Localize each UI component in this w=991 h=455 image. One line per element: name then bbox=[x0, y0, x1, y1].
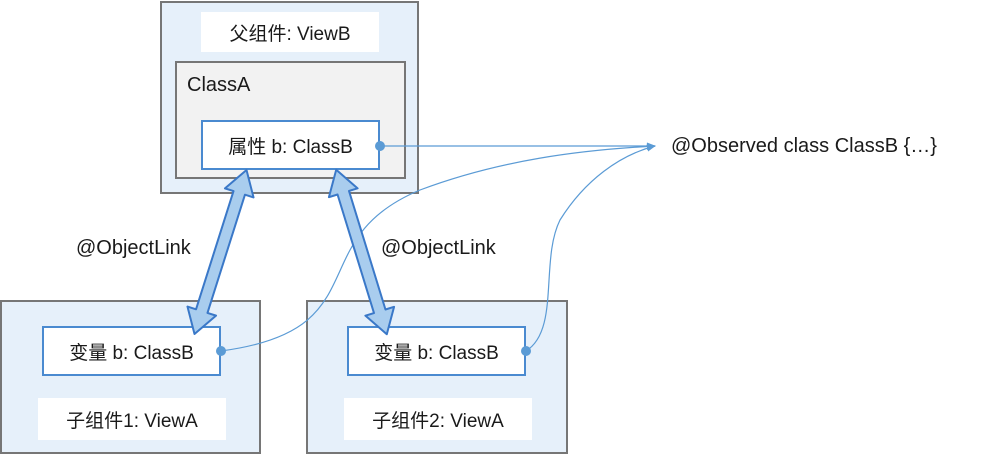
dot-child1-variable bbox=[216, 346, 226, 356]
objectlink-arrow-left bbox=[186, 169, 255, 335]
dot-parent-property bbox=[375, 141, 385, 151]
objectlink-label-right: @ObjectLink bbox=[381, 237, 496, 259]
observed-class-label: @Observed class ClassB {…} bbox=[671, 135, 937, 157]
connector-child2-variable bbox=[525, 144, 656, 352]
dot-child2-variable bbox=[521, 346, 531, 356]
diagram-connectors bbox=[186, 141, 656, 356]
objectlink-label-left: @ObjectLink bbox=[76, 237, 191, 259]
